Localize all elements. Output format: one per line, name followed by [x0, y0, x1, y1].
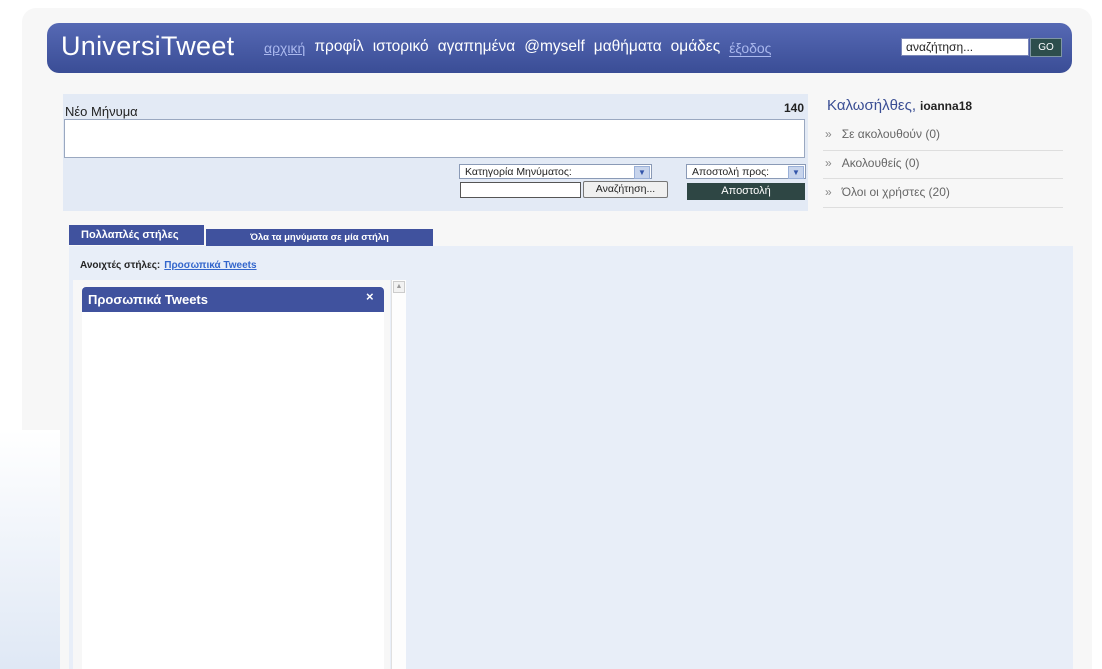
main-nav: αρχική προφίλ ιστορικό αγαπημένα @myself… — [264, 38, 772, 57]
username: ioanna18 — [920, 99, 973, 113]
nav-favorites[interactable]: αγαπημένα — [438, 38, 516, 57]
header-search-input[interactable]: αναζήτηση... — [901, 38, 1029, 56]
send-button[interactable]: Αποστολή — [687, 183, 805, 200]
column-header: Προσωπικά Tweets — [82, 287, 384, 312]
sidebar-item-all-users[interactable]: » Όλοι οι χρήστες (20) — [823, 180, 1063, 208]
new-message-panel: Νέο Μήνυμα 140 Κατηγορία Μηνύματος: ▼ Απ… — [63, 94, 808, 211]
left-gradient — [0, 430, 60, 669]
column-scrollbar[interactable] — [391, 280, 406, 669]
recipient-select[interactable]: Αποστολή προς: ▼ — [686, 164, 806, 179]
nav-groups[interactable]: ομάδες — [671, 38, 721, 57]
open-columns-row: Ανοιχτές στήλες: Προσωπικά Tweets — [80, 260, 257, 271]
nav-myself[interactable]: @myself — [524, 38, 585, 57]
header-bar: UniversiTweet αρχική προφίλ ιστορικό αγα… — [47, 23, 1072, 73]
open-column-link[interactable]: Προσωπικά Tweets — [164, 260, 256, 271]
tab-multiple-columns[interactable]: Πολλαπλές στήλες — [69, 225, 204, 245]
bullet-icon: » — [825, 156, 832, 170]
category-select[interactable]: Κατηγορία Μηνύματος: ▼ — [459, 164, 652, 179]
bullet-icon: » — [825, 185, 832, 199]
go-button[interactable]: GO — [1030, 38, 1062, 57]
nav-profile[interactable]: προφίλ — [314, 38, 363, 57]
chevron-down-icon: ▼ — [634, 166, 650, 179]
nav-history[interactable]: ιστορικό — [373, 38, 429, 57]
scroll-up-icon[interactable]: ▲ — [393, 281, 405, 293]
nav-courses[interactable]: μαθήματα — [594, 38, 662, 57]
sidebar-item-following[interactable]: » Ακολουθείς (0) — [823, 151, 1063, 179]
sidebar-item-label: Ακολουθείς (0) — [841, 156, 920, 170]
sidebar-item-followers[interactable]: » Σε ακολουθούν (0) — [823, 123, 1063, 151]
message-textarea[interactable] — [64, 119, 805, 158]
site-logo[interactable]: UniversiTweet — [61, 31, 234, 62]
category-select-label: Κατηγορία Μηνύματος: — [465, 166, 572, 178]
new-message-title: Νέο Μήνυμα — [65, 104, 138, 119]
personal-tweets-column — [82, 287, 384, 669]
welcome-text: Καλωσήλθες, ioanna18 — [827, 97, 972, 114]
sidebar-item-label: Σε ακολουθούν (0) — [841, 127, 940, 141]
bullet-icon: » — [825, 127, 832, 141]
recipient-select-label: Αποστολή προς: — [692, 166, 770, 178]
chevron-down-icon: ▼ — [788, 166, 804, 179]
nav-logout[interactable]: έξοδος — [729, 38, 772, 57]
search-button[interactable]: Αναζήτηση... — [583, 181, 668, 198]
sidebar-item-label: Όλοι οι χρήστες (20) — [841, 185, 950, 199]
welcome-label: Καλωσήλθες, — [827, 97, 917, 114]
nav-home[interactable]: αρχική — [264, 38, 305, 57]
tab-single-column[interactable]: Όλα τα μηνύματα σε μία στήλη — [206, 229, 433, 246]
char-counter: 140 — [783, 101, 804, 115]
close-icon[interactable]: × — [366, 289, 374, 304]
open-columns-label: Ανοιχτές στήλες: — [80, 260, 161, 271]
recipient-search-input[interactable] — [460, 182, 581, 198]
